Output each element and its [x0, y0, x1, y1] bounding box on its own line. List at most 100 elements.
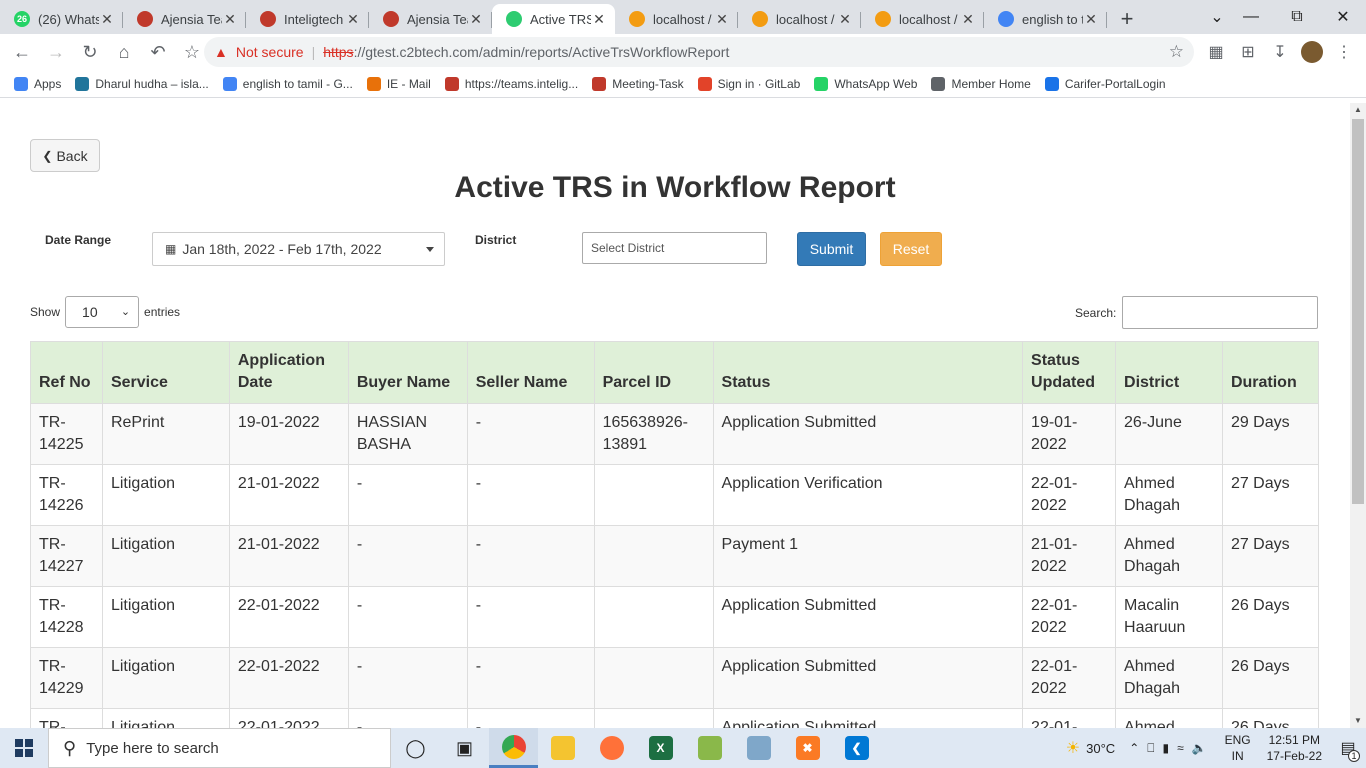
- bookmark-item[interactable]: Apps: [14, 76, 61, 91]
- mail-icon: [366, 76, 381, 91]
- xampp-taskbar-icon[interactable]: ✖: [783, 728, 832, 768]
- home-icon[interactable]: ⌂: [108, 36, 140, 68]
- submit-button[interactable]: Submit: [797, 232, 866, 266]
- download-icon[interactable]: ↧: [1264, 34, 1296, 70]
- page-scrollbar[interactable]: ▲ ▼: [1350, 103, 1366, 728]
- clock[interactable]: 12:51 PM 17-Feb-22: [1267, 732, 1322, 764]
- undo-icon[interactable]: ↶: [142, 36, 174, 68]
- minimize-icon[interactable]: —: [1228, 0, 1274, 34]
- table-cell: 26 Days: [1221, 647, 1320, 709]
- address-bar[interactable]: ▲ Not secure | https ://gtest.c2btech.co…: [204, 37, 1194, 67]
- column-header[interactable]: Duration: [1221, 341, 1320, 404]
- menu-kebab-icon[interactable]: ⋮: [1328, 34, 1360, 70]
- tab-6[interactable]: localhost / ✕: [738, 4, 861, 34]
- forward-arrow-icon[interactable]: →: [40, 36, 72, 68]
- scroll-down-icon[interactable]: ▼: [1350, 714, 1366, 728]
- column-header[interactable]: Parcel ID: [593, 341, 714, 404]
- google-icon: [222, 76, 237, 91]
- table-row: TR-14229 Litigation 22-01-2022- - Applicatio…: [30, 647, 1320, 709]
- close-tab-icon[interactable]: ✕: [714, 11, 730, 28]
- table-cell: Application Submitted: [712, 403, 1024, 465]
- entries-label: entries: [144, 305, 181, 319]
- tab-7[interactable]: localhost / ✕: [861, 4, 984, 34]
- tab-3[interactable]: Ajensia Teams✕: [369, 4, 492, 34]
- firefox-taskbar-icon[interactable]: [587, 728, 636, 768]
- scrollbar-thumb[interactable]: [1352, 119, 1364, 504]
- star-icon[interactable]: ☆: [1169, 42, 1184, 62]
- tab-5[interactable]: localhost / ✕: [615, 4, 738, 34]
- column-header[interactable]: Status Updated: [1022, 341, 1117, 404]
- tab-4[interactable]: Active TRS ✕: [492, 4, 615, 34]
- editor-taskbar-icon[interactable]: [734, 728, 783, 768]
- close-tab-icon[interactable]: ✕: [960, 11, 976, 28]
- language-indicator[interactable]: ENG IN: [1225, 732, 1251, 764]
- windows-start-button[interactable]: [0, 728, 48, 768]
- bookmark-item[interactable]: Carifer-PortalLogin: [1044, 76, 1166, 91]
- whatsapp-icon: [814, 76, 829, 91]
- cortana-icon[interactable]: ◯: [391, 728, 440, 768]
- close-tab-icon[interactable]: ✕: [345, 11, 361, 28]
- notification-center-icon[interactable]: ▤ 1: [1330, 738, 1366, 762]
- bookmark-label: Carifer-PortalLogin: [1064, 76, 1166, 91]
- column-header[interactable]: Seller Name: [466, 341, 595, 404]
- table-cell: -: [466, 647, 595, 709]
- new-tab-button[interactable]: +: [1107, 4, 1147, 34]
- close-tab-icon[interactable]: ✕: [222, 11, 238, 28]
- task-view-icon[interactable]: ▣: [440, 728, 489, 768]
- bookmark-item[interactable]: WhatsApp Web: [814, 76, 917, 91]
- column-header[interactable]: Service: [101, 341, 230, 404]
- restore-icon[interactable]: ⧉: [1274, 0, 1320, 34]
- close-tab-icon[interactable]: ✕: [468, 11, 484, 28]
- bookmark-item[interactable]: Dharul hudha – isla...: [75, 76, 209, 91]
- reset-button[interactable]: Reset: [880, 232, 942, 266]
- column-header[interactable]: Ref No: [30, 341, 103, 404]
- date-range-picker[interactable]: ▦ Jan 18th, 2022 - Feb 17th, 2022: [152, 232, 445, 266]
- close-tab-icon[interactable]: ✕: [837, 11, 853, 28]
- table-cell: Litigation: [101, 647, 230, 709]
- bookmark-item[interactable]: IE - Mail: [366, 76, 431, 91]
- bookmark-item[interactable]: Meeting-Task: [592, 76, 684, 91]
- close-tab-icon[interactable]: ✕: [591, 11, 607, 28]
- close-tab-icon[interactable]: ✕: [1083, 11, 1099, 28]
- excel-taskbar-icon[interactable]: X: [636, 728, 685, 768]
- scroll-up-icon[interactable]: ▲: [1350, 103, 1366, 117]
- table-cell: [593, 647, 714, 709]
- wifi-icon[interactable]: ≈: [1177, 741, 1184, 755]
- arc-icon: [592, 76, 607, 91]
- tab-1[interactable]: Ajensia Teams✕: [123, 4, 246, 34]
- tab-8[interactable]: english to t ✕: [984, 4, 1107, 34]
- tray-chevron-up-icon[interactable]: ⌃: [1129, 741, 1139, 755]
- back-arrow-icon[interactable]: ←: [6, 36, 38, 68]
- column-header[interactable]: Buyer Name: [347, 341, 468, 404]
- table-cell: -: [466, 525, 595, 587]
- crop-icon[interactable]: ⊞: [1232, 34, 1264, 70]
- volume-icon[interactable]: 🔈: [1192, 741, 1207, 755]
- bookmark-item[interactable]: Member Home: [931, 76, 1031, 91]
- search-input[interactable]: [1122, 296, 1319, 329]
- profile-avatar[interactable]: [1296, 34, 1328, 70]
- close-tab-icon[interactable]: ✕: [99, 11, 115, 28]
- back-button[interactable]: ❮ Back: [30, 139, 100, 172]
- tab-strip: 26(26) WhatsApp✕Ajensia Teams✕Inteligtec…: [0, 0, 1366, 34]
- district-select[interactable]: Select District: [582, 232, 767, 264]
- file-explorer-taskbar-icon[interactable]: [538, 728, 587, 768]
- close-window-icon[interactable]: ✕: [1320, 0, 1366, 34]
- taskbar-search-box[interactable]: ⚲ Type here to search: [48, 728, 391, 768]
- meet-now-icon[interactable]: ⎕: [1147, 741, 1154, 756]
- bookmark-item[interactable]: Sign in · GitLab: [697, 76, 800, 91]
- reload-icon[interactable]: ↻: [74, 36, 106, 68]
- battery-icon[interactable]: ▮: [1162, 741, 1169, 755]
- arc-icon: [444, 76, 459, 91]
- vscode-taskbar-icon[interactable]: ❮: [832, 728, 881, 768]
- tab-0[interactable]: 26 (26) WhatsApp✕: [0, 4, 123, 34]
- bookmark-item[interactable]: english to tamil - G...: [222, 76, 353, 91]
- column-header[interactable]: Application Date: [228, 341, 349, 404]
- chrome-taskbar-icon[interactable]: [489, 728, 538, 768]
- column-header[interactable]: District: [1115, 341, 1223, 404]
- notepad-taskbar-icon[interactable]: [685, 728, 734, 768]
- entries-select[interactable]: 10 ⌄: [65, 296, 140, 328]
- column-header[interactable]: Status: [712, 341, 1024, 404]
- bookmark-item[interactable]: https://teams.intelig...: [444, 76, 578, 91]
- extensions-grid-icon[interactable]: ▦: [1200, 34, 1232, 70]
- tab-2[interactable]: Inteligtech ✕: [246, 4, 369, 34]
